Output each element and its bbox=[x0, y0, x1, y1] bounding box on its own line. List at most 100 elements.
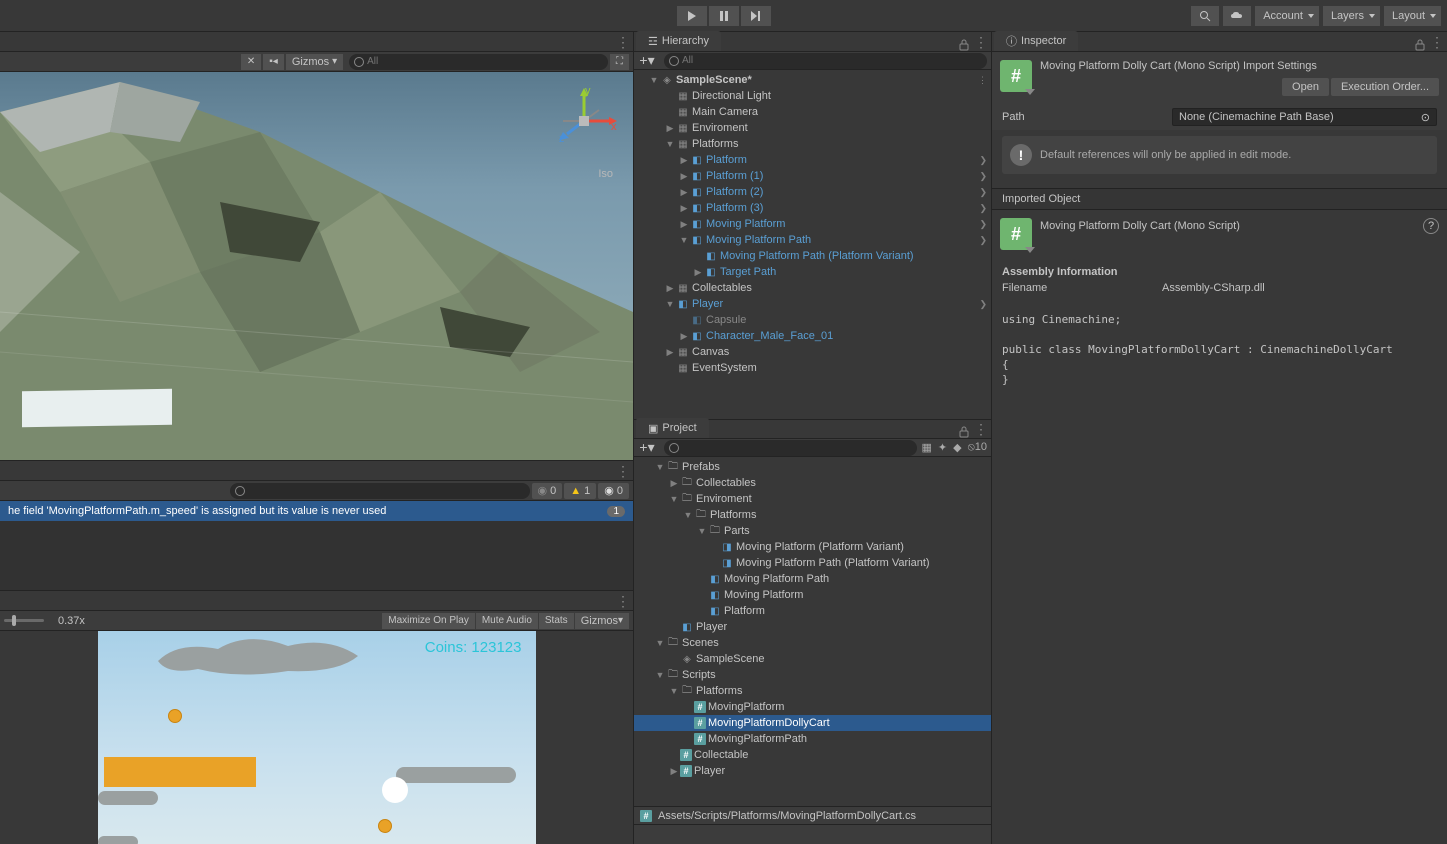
prefab-open-icon[interactable]: ❯ bbox=[979, 187, 987, 198]
script-row[interactable]: #MovingPlatformPath bbox=[634, 731, 991, 747]
hierarchy-item[interactable]: ▶◧Platform (3)❯ bbox=[634, 200, 991, 216]
context-icon[interactable]: ⋮ bbox=[978, 75, 987, 86]
info-count-badge[interactable]: ◉0 bbox=[598, 483, 629, 499]
asset-row[interactable]: ◧Player bbox=[634, 619, 991, 635]
account-dropdown[interactable]: Account bbox=[1255, 6, 1319, 26]
zoom-slider[interactable] bbox=[4, 619, 44, 622]
layers-dropdown[interactable]: Layers bbox=[1323, 6, 1380, 26]
lock-icon[interactable] bbox=[959, 426, 969, 438]
lock-icon[interactable] bbox=[959, 39, 969, 51]
exec-order-button[interactable]: Execution Order... bbox=[1331, 78, 1439, 96]
help-icon[interactable]: ? bbox=[1423, 218, 1439, 234]
asset-row[interactable]: ◧Platform bbox=[634, 603, 991, 619]
project-search-input[interactable] bbox=[682, 442, 911, 453]
hierarchy-item[interactable]: ▶◧Target Path bbox=[634, 264, 991, 280]
project-tab[interactable]: ▣Project bbox=[636, 418, 709, 438]
script-row[interactable]: ▶#Player bbox=[634, 763, 991, 779]
prefab-open-icon[interactable]: ❯ bbox=[979, 203, 987, 214]
tools-icon[interactable]: ✕ bbox=[241, 54, 261, 70]
pause-button[interactable] bbox=[709, 6, 739, 26]
asset-row[interactable]: ◧Moving Platform Path bbox=[634, 571, 991, 587]
hierarchy-item[interactable]: ▶▦Canvas bbox=[634, 344, 991, 360]
prefab-open-icon[interactable]: ❯ bbox=[979, 155, 987, 166]
prefab-open-icon[interactable]: ❯ bbox=[979, 235, 987, 246]
layout-dropdown[interactable]: Layout bbox=[1384, 6, 1441, 26]
mute-button[interactable]: Mute Audio bbox=[476, 613, 538, 629]
asset-row[interactable]: ◈SampleScene bbox=[634, 651, 991, 667]
maximize-button[interactable]: Maximize On Play bbox=[382, 613, 475, 629]
asset-row[interactable]: ◧Moving Platform bbox=[634, 587, 991, 603]
project-menu-icon[interactable]: ⋮ bbox=[974, 421, 987, 438]
project-tree[interactable]: ▼🗀Prefabs ▶🗀Collectables ▼🗀Enviroment ▼🗀… bbox=[634, 457, 991, 806]
step-button[interactable] bbox=[741, 6, 771, 26]
prefab-open-icon[interactable]: ❯ bbox=[979, 171, 987, 182]
hierarchy-item[interactable]: ▼▦Platforms bbox=[634, 136, 991, 152]
camera-icon[interactable]: ▪◂ bbox=[263, 54, 284, 70]
stats-button[interactable]: Stats bbox=[539, 613, 574, 629]
scene-search-input[interactable] bbox=[367, 56, 602, 67]
scene-row[interactable]: ▼◈SampleScene*⋮ bbox=[634, 72, 991, 88]
hierarchy-item[interactable]: ▦EventSystem bbox=[634, 360, 991, 376]
hierarchy-item[interactable]: ▶◧Moving Platform❯ bbox=[634, 216, 991, 232]
game-gizmos-button[interactable]: Gizmos ▾ bbox=[575, 613, 629, 629]
lock-icon[interactable] bbox=[1415, 39, 1425, 51]
search-by-label-icon[interactable]: ✦ bbox=[938, 441, 947, 454]
project-search[interactable] bbox=[664, 440, 917, 456]
hierarchy-tree[interactable]: ▼◈SampleScene*⋮ ▦Directional Light ▦Main… bbox=[634, 70, 991, 419]
scene-view[interactable]: y x z Iso bbox=[0, 72, 633, 460]
hierarchy-item[interactable]: ▼◧Moving Platform Path❯ bbox=[634, 232, 991, 248]
folder-row[interactable]: ▼🗀Platforms bbox=[634, 683, 991, 699]
folder-row[interactable]: ▼🗀Prefabs bbox=[634, 459, 991, 475]
folder-row[interactable]: ▶🗀Collectables bbox=[634, 475, 991, 491]
project-create-button[interactable]: +▾ bbox=[638, 440, 656, 456]
scene-menu-icon[interactable]: ⋮ bbox=[616, 34, 629, 51]
hierarchy-item[interactable]: ◧Moving Platform Path (Platform Variant) bbox=[634, 248, 991, 264]
folder-row[interactable]: ▼🗀Parts bbox=[634, 523, 991, 539]
hidden-packages-icon[interactable]: ⦸10 bbox=[968, 441, 987, 454]
play-button[interactable] bbox=[677, 6, 707, 26]
script-row[interactable]: #Collectable bbox=[634, 747, 991, 763]
create-button[interactable]: +▾ bbox=[638, 53, 656, 69]
prefab-open-icon[interactable]: ❯ bbox=[979, 299, 987, 310]
open-button[interactable]: Open bbox=[1282, 78, 1329, 96]
search-by-type-icon[interactable]: ▦ bbox=[921, 441, 931, 454]
hierarchy-item[interactable]: ▶▦Enviroment bbox=[634, 120, 991, 136]
asset-row[interactable]: ◨Moving Platform Path (Platform Variant) bbox=[634, 555, 991, 571]
folder-row[interactable]: ▼🗀Scenes bbox=[634, 635, 991, 651]
script-row[interactable]: #MovingPlatform bbox=[634, 699, 991, 715]
asset-row[interactable]: ◨Moving Platform (Platform Variant) bbox=[634, 539, 991, 555]
folder-row[interactable]: ▼🗀Platforms bbox=[634, 507, 991, 523]
hierarchy-item[interactable]: ▶▦Collectables bbox=[634, 280, 991, 296]
hierarchy-item[interactable]: ▶◧Platform❯ bbox=[634, 152, 991, 168]
scene-expand-icon[interactable]: ⛶ bbox=[610, 54, 629, 70]
hierarchy-menu-icon[interactable]: ⋮ bbox=[974, 34, 987, 51]
search-icon[interactable] bbox=[1191, 6, 1219, 26]
console-menu-icon[interactable]: ⋮ bbox=[616, 463, 629, 480]
gizmos-dropdown[interactable]: Gizmos ▾ bbox=[286, 54, 343, 70]
path-object-field[interactable]: None (Cinemachine Path Base)⊙ bbox=[1172, 108, 1437, 126]
hierarchy-tab[interactable]: ☲Hierarchy bbox=[636, 31, 721, 51]
console-message-row[interactable]: he field 'MovingPlatformPath.m_speed' is… bbox=[0, 501, 633, 521]
hierarchy-item[interactable]: ▶◧Character_Male_Face_01 bbox=[634, 328, 991, 344]
inspector-tab[interactable]: ⓘInspector bbox=[994, 31, 1078, 51]
script-row-selected[interactable]: #MovingPlatformDollyCart bbox=[634, 715, 991, 731]
error-count-badge[interactable]: ◉0 bbox=[532, 483, 563, 499]
orientation-gizmo[interactable]: y x z bbox=[549, 86, 619, 156]
hierarchy-item[interactable]: ◧Capsule bbox=[634, 312, 991, 328]
game-menu-icon[interactable]: ⋮ bbox=[616, 593, 629, 610]
console-search-input[interactable] bbox=[248, 485, 524, 496]
warning-count-badge[interactable]: ▲1 bbox=[564, 483, 596, 499]
hierarchy-item[interactable]: ▶◧Platform (1)❯ bbox=[634, 168, 991, 184]
prefab-open-icon[interactable]: ❯ bbox=[979, 219, 987, 230]
hierarchy-item[interactable]: ▦Directional Light bbox=[634, 88, 991, 104]
scene-search[interactable] bbox=[349, 54, 608, 70]
folder-row[interactable]: ▼🗀Enviroment bbox=[634, 491, 991, 507]
hierarchy-item[interactable]: ▶◧Platform (2)❯ bbox=[634, 184, 991, 200]
hierarchy-search[interactable] bbox=[664, 53, 987, 69]
hierarchy-item[interactable]: ▼◧Player❯ bbox=[634, 296, 991, 312]
save-search-icon[interactable]: ◆ bbox=[953, 441, 961, 454]
console-search[interactable] bbox=[230, 483, 530, 499]
hierarchy-search-input[interactable] bbox=[682, 55, 981, 66]
hierarchy-item[interactable]: ▦Main Camera bbox=[634, 104, 991, 120]
inspector-menu-icon[interactable]: ⋮ bbox=[1430, 34, 1443, 51]
